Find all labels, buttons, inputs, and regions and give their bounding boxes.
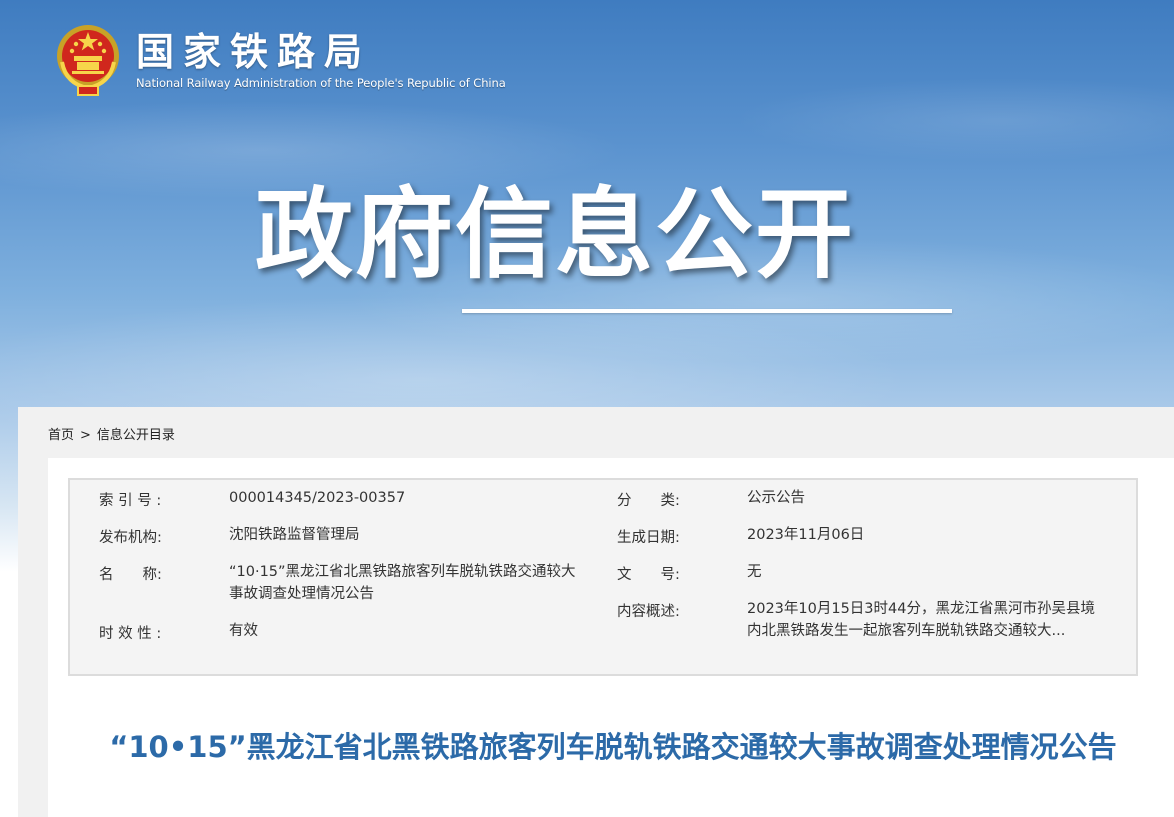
document-number-label: 文 号: — [617, 567, 680, 583]
breadcrumb-home-link[interactable]: 首页 — [48, 428, 74, 443]
document-number-value: 无 — [747, 564, 762, 580]
name-value: “10·15”黑龙江省北黑铁路旅客列车脱轨铁路交通较大事故调查处理情况公告 — [229, 564, 576, 602]
date-value: 2023年11月06日 — [747, 527, 865, 543]
site-header: 国家铁路局 National Railway Administration of… — [54, 20, 506, 100]
breadcrumb: 首页 > 信息公开目录 — [48, 424, 175, 443]
category-label: 分 类: — [617, 493, 680, 509]
validity-value: 有效 — [229, 623, 258, 639]
org-name-cn[interactable]: 国家铁路局 — [136, 31, 506, 73]
index-number-label: 索 引 号 : — [99, 493, 162, 509]
category-value: 公示公告 — [747, 490, 805, 506]
breadcrumb-separator: > — [80, 428, 91, 443]
breadcrumb-current-link[interactable]: 信息公开目录 — [97, 428, 175, 443]
publisher-label: 发布机构: — [99, 530, 162, 546]
validity-label: 时 效 性 : — [99, 626, 162, 642]
metadata-table: 索 引 号 : 000014345/2023-00357 发布机构: 沈阳铁路监… — [68, 478, 1138, 676]
org-name-en: National Railway Administration of the P… — [136, 75, 506, 90]
publisher-value: 沈阳铁路监督管理局 — [229, 527, 360, 543]
date-label: 生成日期: — [617, 530, 680, 546]
hero-divider — [462, 309, 952, 313]
summary-value: 2023年10月15日3时44分，黑龙江省黑河市孙吴县境内北黑铁路发生一起旅客列… — [747, 601, 1095, 639]
article-container: 索 引 号 : 000014345/2023-00357 发布机构: 沈阳铁路监… — [48, 458, 1174, 817]
summary-label: 内容概述: — [617, 604, 680, 620]
hero-title: 政府信息公开 — [255, 178, 856, 292]
brand-text: 国家铁路局 National Railway Administration of… — [136, 31, 506, 90]
index-number-value: 000014345/2023-00357 — [229, 490, 406, 506]
name-label: 名 称: — [99, 567, 162, 583]
national-emblem-icon[interactable] — [54, 22, 122, 98]
article-title: “10•15”黑龙江省北黑铁路旅客列车脱轨铁路交通较大事故调查处理情况公告 — [109, 730, 1117, 764]
content-panel: 首页 > 信息公开目录 索 引 号 : 000014345/2023-00357 发… — [18, 407, 1174, 817]
